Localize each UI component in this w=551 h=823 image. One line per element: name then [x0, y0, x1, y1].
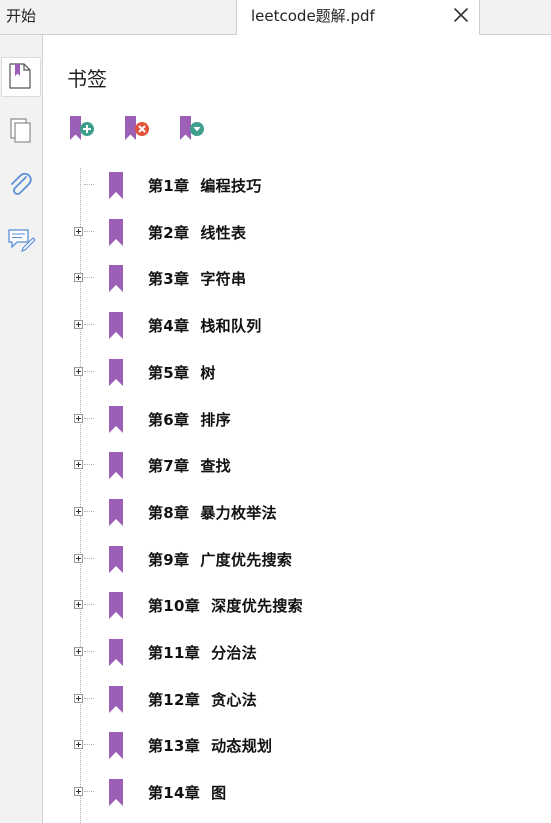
sidebar-item-pages[interactable] [0, 110, 42, 150]
tree-connector [84, 510, 94, 512]
bookmark-row-9[interactable]: 第9章 广度优先搜索 [0, 537, 551, 583]
bookmark-label: 第11章 分治法 [148, 644, 258, 662]
bookmark-icon [109, 218, 123, 246]
tree-connector [84, 417, 94, 419]
tree-connector [84, 697, 94, 699]
tree-connector [84, 557, 94, 559]
bookmark-row-12[interactable]: 第12章 贪心法 [0, 677, 551, 723]
tree-connector [84, 744, 94, 746]
close-icon[interactable] [451, 5, 471, 25]
bookmark-row-14[interactable]: 第14章 图 [0, 770, 551, 816]
add-bookmark-button[interactable] [68, 114, 96, 142]
expand-plus-icon[interactable] [74, 693, 83, 703]
bookmark-row-6[interactable]: 第6章 排序 [0, 397, 551, 443]
bookmark-icon [109, 732, 123, 760]
tab-document[interactable]: leetcode题解.pdf [236, 0, 480, 35]
sidebar-item-bookmarks[interactable] [1, 57, 41, 97]
bookmark-row-8[interactable]: 第8章 暴力枚举法 [0, 490, 551, 536]
bookmark-icon [109, 639, 123, 666]
bookmark-label: 第2章 线性表 [148, 223, 247, 242]
expand-plus-icon[interactable] [74, 413, 83, 423]
bookmark-icon [109, 592, 123, 620]
expand-plus-icon[interactable] [74, 273, 83, 283]
bookmark-options-button[interactable] [178, 114, 206, 142]
expand-plus-icon[interactable] [74, 787, 83, 797]
tree-connector [84, 324, 94, 326]
tree-connector [84, 464, 94, 466]
bookmark-label: 第3章 字符串 [148, 270, 247, 289]
expand-plus-icon[interactable] [74, 320, 83, 330]
tree-connector [84, 184, 94, 185]
bookmark-icon [109, 498, 123, 526]
bookmark-icon [109, 685, 123, 713]
bookmark-row-4[interactable]: 第4章 栈和队列 [0, 303, 551, 349]
bookmark-options-icon [178, 116, 206, 146]
bookmark-row-7[interactable]: 第7章 查找 [0, 443, 551, 489]
bookmark-label: 第13章 动态规划 [148, 737, 273, 756]
bookmark-row-11[interactable]: 第11章 分治法 [0, 630, 551, 676]
expand-plus-icon[interactable] [74, 600, 83, 610]
bookmark-label: 第14章 图 [148, 784, 227, 803]
bookmark-label: 第9章 广度优先搜索 [148, 550, 293, 569]
bookmark-label: 第5章 树 [148, 363, 216, 382]
bookmark-label: 第10章 深度优先搜索 [148, 597, 303, 616]
tab-bar: 开始 leetcode题解.pdf [0, 0, 551, 35]
bookmark-icon [109, 172, 123, 199]
tree-connector [84, 791, 94, 793]
bookmark-label: 第8章 暴力枚举法 [148, 503, 277, 522]
panel-title: 书签 [67, 67, 107, 91]
bookmark-icon [109, 405, 123, 433]
bookmark-label: 第1章 编程技巧 [148, 177, 262, 195]
tree-connector [84, 277, 94, 279]
bookmark-row-13[interactable]: 第13章 动态规划 [0, 723, 551, 769]
tree-connector [84, 370, 94, 372]
expand-plus-icon[interactable] [74, 506, 83, 516]
tree-connector [84, 230, 94, 232]
delete-bookmark-button[interactable] [123, 114, 151, 142]
bookmark-icon [109, 779, 123, 807]
tab-document-label: leetcode题解.pdf [251, 7, 375, 25]
bookmark-label: 第6章 排序 [148, 410, 231, 429]
bookmark-icon [109, 312, 123, 340]
tab-home-label: 开始 [6, 7, 37, 25]
expand-plus-icon[interactable] [74, 553, 83, 563]
tree-connector [84, 604, 94, 606]
tree-connector [84, 651, 94, 652]
tab-home[interactable]: 开始 [0, 0, 236, 34]
expand-plus-icon[interactable] [74, 740, 83, 750]
expand-plus-icon[interactable] [74, 226, 83, 236]
bookmark-icon [109, 358, 123, 386]
expand-plus-icon[interactable] [74, 647, 83, 656]
bookmark-icon [109, 452, 123, 480]
bookmark-row-10[interactable]: 第10章 深度优先搜索 [0, 583, 551, 629]
bookmark-row-5[interactable]: 第5章 树 [0, 350, 551, 396]
bookmark-row-3[interactable]: 第3章 字符串 [0, 256, 551, 302]
bookmark-row-1[interactable]: 第1章 编程技巧 [0, 163, 551, 209]
expand-plus-icon[interactable] [74, 460, 83, 470]
delete-bookmark-icon [123, 116, 151, 146]
bookmark-icon [109, 545, 123, 573]
add-bookmark-icon [68, 116, 96, 146]
expand-plus-icon[interactable] [74, 366, 83, 376]
bookmark-row-2[interactable]: 第2章 线性表 [0, 210, 551, 256]
bookmark-label: 第12章 贪心法 [148, 690, 258, 709]
bookmark-label: 第4章 栈和队列 [148, 317, 262, 336]
bookmark-label: 第7章 查找 [148, 457, 231, 476]
bookmark-icon [109, 265, 123, 293]
